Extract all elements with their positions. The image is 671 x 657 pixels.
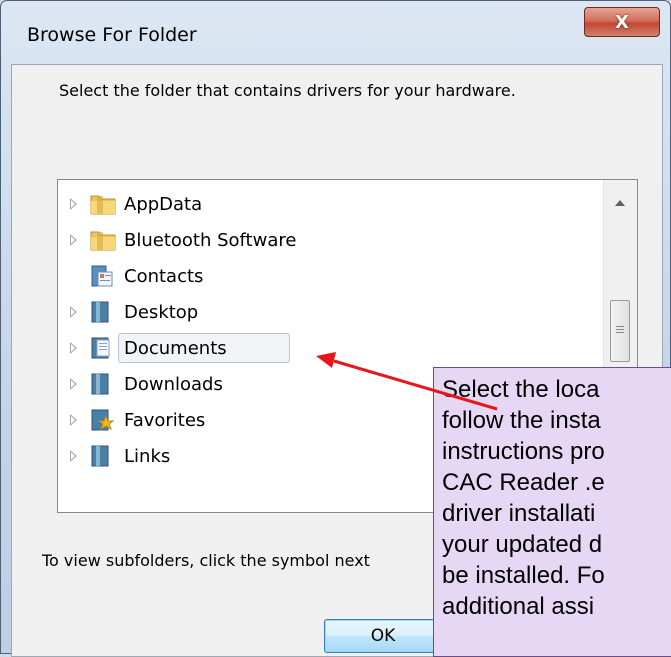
tree-item-label: Links bbox=[124, 445, 171, 467]
callout-line: your updated d bbox=[442, 531, 603, 558]
downloads-folder-icon bbox=[91, 373, 109, 395]
folder-icon bbox=[90, 231, 116, 251]
folder-icon bbox=[90, 195, 116, 215]
expand-arrow-icon[interactable] bbox=[70, 342, 77, 354]
ok-button[interactable]: OK bbox=[324, 619, 442, 653]
callout-line: additional assi bbox=[442, 593, 595, 620]
documents-folder-icon bbox=[91, 337, 110, 359]
expand-arrow-icon[interactable] bbox=[70, 414, 77, 426]
callout-line: follow the insta bbox=[442, 407, 601, 434]
grip-line bbox=[616, 329, 624, 330]
instruction-text: Select the folder that contains drivers … bbox=[59, 81, 516, 100]
expand-arrow-icon[interactable] bbox=[70, 450, 77, 462]
tree-item-label: Desktop bbox=[124, 301, 199, 323]
tree-item-label: Contacts bbox=[124, 265, 204, 287]
callout-line: instructions pro bbox=[442, 438, 605, 465]
expand-arrow-icon[interactable] bbox=[70, 306, 77, 318]
tree-item-desktop[interactable]: Desktop bbox=[58, 296, 604, 328]
tree-item-appdata[interactable]: AppData bbox=[58, 188, 604, 220]
links-folder-icon bbox=[91, 445, 109, 467]
tree-item-contacts[interactable]: Contacts bbox=[58, 260, 604, 292]
callout-line: be installed. Fo bbox=[442, 562, 605, 589]
grip-line bbox=[616, 332, 624, 333]
subfolder-hint-text: To view subfolders, click the symbol nex… bbox=[42, 551, 370, 570]
window-title: Browse For Folder bbox=[27, 24, 197, 46]
expand-arrow-icon[interactable] bbox=[70, 378, 77, 390]
callout-line: Select the loca bbox=[442, 376, 600, 403]
annotation-callout: Select the loca follow the insta instruc… bbox=[433, 367, 671, 657]
scrollbar-thumb[interactable] bbox=[610, 300, 630, 362]
tree-item-label: Downloads bbox=[124, 373, 223, 395]
favorites-folder-icon bbox=[91, 409, 115, 431]
callout-line: driver installati bbox=[442, 500, 596, 527]
tree-item-documents[interactable]: Documents bbox=[58, 332, 604, 364]
tree-item-bluetooth-software[interactable]: Bluetooth Software bbox=[58, 224, 604, 256]
tree-item-label: Favorites bbox=[124, 409, 206, 431]
expand-arrow-icon[interactable] bbox=[70, 198, 77, 210]
tree-item-label: Bluetooth Software bbox=[124, 229, 297, 251]
expand-arrow-icon[interactable] bbox=[70, 234, 77, 246]
scroll-up-arrow-icon[interactable] bbox=[615, 200, 625, 206]
desktop-folder-icon bbox=[91, 301, 109, 323]
grip-line bbox=[616, 326, 624, 327]
tree-item-label: AppData bbox=[124, 193, 203, 215]
callout-line: CAC Reader .e bbox=[442, 469, 605, 496]
tree-item-label: Documents bbox=[124, 337, 227, 359]
close-icon: X bbox=[615, 11, 629, 33]
contacts-icon bbox=[91, 265, 113, 287]
close-button[interactable]: X bbox=[584, 7, 660, 37]
